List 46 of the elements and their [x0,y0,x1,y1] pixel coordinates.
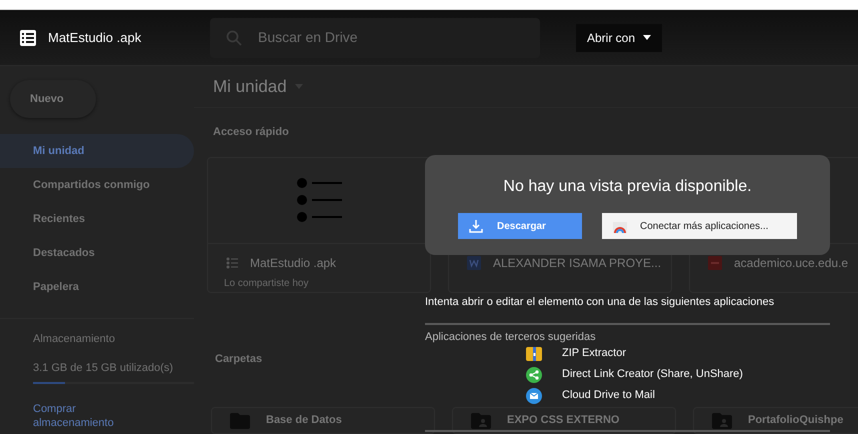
rainbow-bag-icon [612,219,628,233]
folder-card[interactable]: EXPO CSS EXTERNO [452,407,676,434]
section-title: Carpetas [215,352,262,366]
suggested-apps-title: Aplicaciones de terceros sugeridas [425,330,596,345]
list-preview-icon [296,177,342,223]
section-title: Acceso rápido [213,125,289,140]
list-icon [226,256,238,268]
sidebar-item[interactable]: Compartidos conmigo [0,168,194,202]
file-card[interactable]: MatEstudio .apk Lo compartiste hoy [207,156,431,292]
download-button[interactable]: Descargar [458,213,582,239]
app-item[interactable]: Direct Link Creator (Share, UnShare) [526,366,743,383]
file-name: MatEstudio .apk [250,254,336,272]
folder-card[interactable]: PortafolioQuishpe [693,407,858,434]
pdf-icon [708,256,722,270]
file-subtitle: Lo compartiste hoy [224,276,308,290]
share-icon [526,366,542,382]
file-name: academico.uce.edu.e [734,254,848,272]
search-icon [226,30,242,46]
document-icon [467,256,481,270]
buy-storage-link[interactable]: Comprar almacenamiento [33,402,133,430]
folder-card[interactable]: Base de Datos [211,407,435,434]
download-icon [469,219,483,233]
shared-folder-icon [712,412,732,428]
no-preview-message: No hay una vista previa disponible. [503,177,752,197]
sidebar-item[interactable]: Destacados [0,236,194,270]
storage-usage: 3.1 GB de 15 GB utilizado(s) [33,360,174,376]
sidebar-item[interactable]: Mi unidad [0,134,194,168]
folder-icon [230,412,250,428]
file-name: ALEXANDER ISAMA PROYE... [493,254,662,272]
open-hint: Intenta abrir o editar el elemento con una de las siguientes aplicaciones [425,295,774,310]
search-field[interactable]: Buscar en Drive [210,18,540,58]
page-title[interactable]: Mi unidad [213,74,287,100]
sidebar-item[interactable]: Papelera [0,270,194,304]
connect-apps-button[interactable]: Conectar más aplicaciones... [602,213,797,239]
caret-icon [643,35,652,40]
mail-icon [526,388,542,404]
list-file-icon [20,30,36,46]
app-item[interactable]: ZIP Extractor [526,345,743,362]
file-title: MatEstudio .apk [48,28,142,47]
open-with-button[interactable]: Abrir con [576,24,662,52]
zip-icon [526,346,542,360]
storage-title: Almacenamiento [33,332,116,347]
new-button[interactable]: Nuevo [10,80,96,118]
app-item[interactable]: Cloud Drive to Mail [526,387,743,404]
sidebar-item[interactable]: Recientes [0,202,194,236]
shared-folder-icon [471,412,491,428]
